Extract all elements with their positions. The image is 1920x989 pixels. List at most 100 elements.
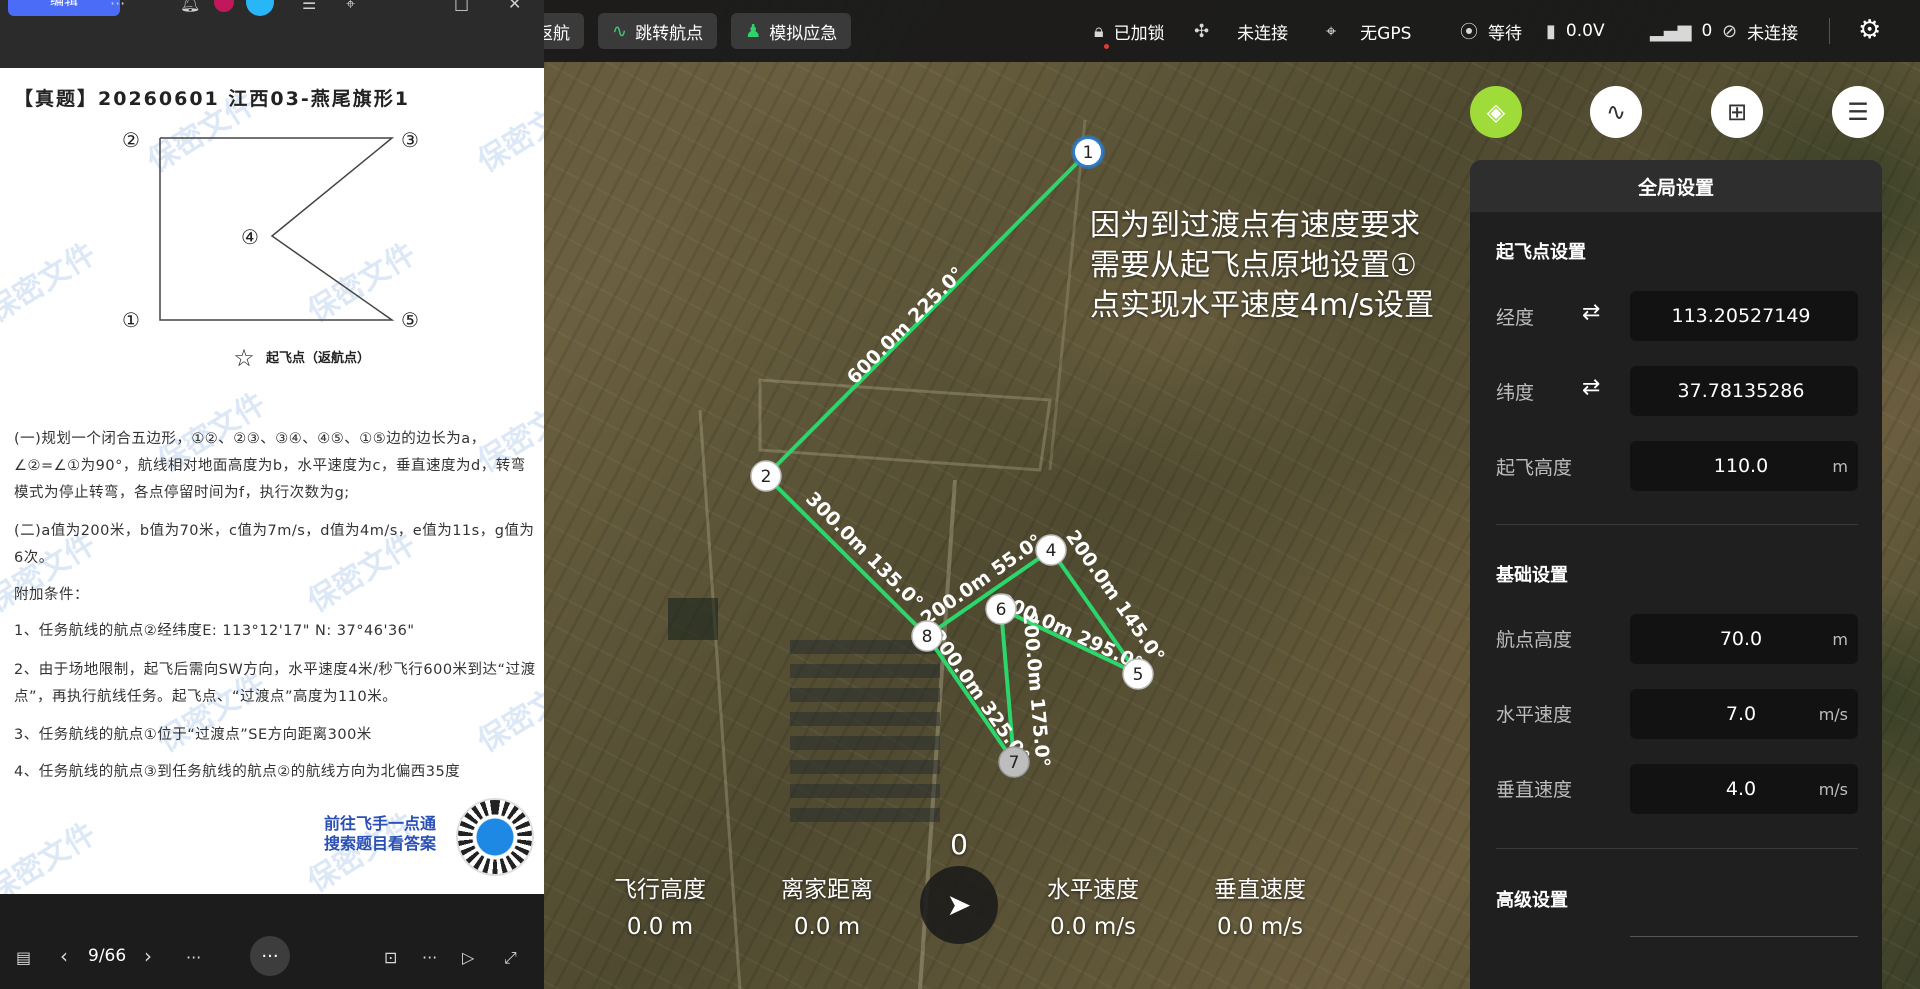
signal-strength: ▂▄▆ 0 [1650, 0, 1712, 62]
list-button[interactable]: ☰ [1832, 86, 1884, 138]
flight-altitude-value: 0.0 m [626, 914, 694, 940]
document-paragraph: (一)规划一个闭合五边形，①②、②③、③④、④⑤、①⑤边的边长为a，∠②=∠①为… [14, 431, 526, 501]
vertical-speed-telemetry-value: 0.0 m/s [1216, 914, 1304, 940]
pin-icon[interactable]: ⌖ [346, 0, 355, 14]
swap-icon[interactable]: ⇄ [1582, 300, 1600, 325]
more-icon[interactable]: ··· [422, 948, 437, 967]
simulate-emergency-button[interactable]: ♟ 模拟应急 [731, 13, 852, 49]
section-divider [1496, 524, 1858, 525]
pentagon-diagram: ② ③ ④ ① ⑤ ☆ 起飞点（返航点） [122, 128, 419, 372]
segment-2-8[interactable] [764, 474, 929, 638]
maximize-icon[interactable]: □ [454, 0, 469, 13]
avatar[interactable] [214, 0, 234, 12]
field-road [758, 378, 1052, 472]
point-2-label: ② [122, 128, 140, 152]
fullscreen-icon[interactable]: ⤢ [504, 948, 517, 968]
signal-status-text: 等待 [1488, 23, 1522, 44]
grid-add-icon: ⊞ [1726, 98, 1748, 126]
battery-icon: ▮ [1546, 20, 1556, 42]
avatar[interactable] [246, 0, 274, 16]
list-icon: ☰ [1847, 98, 1869, 126]
waypoint-altitude-field[interactable]: 70.0 m [1630, 614, 1858, 664]
latitude-label: 纬度 [1496, 382, 1535, 404]
horizontal-speed-telemetry-label: 水平速度 [1047, 877, 1139, 903]
longitude-field[interactable]: 113.20527149 [1630, 291, 1858, 341]
more-options-button[interactable]: ··· [250, 936, 290, 976]
layers-button[interactable]: ◈ [1470, 86, 1522, 138]
annotation-line: 因为到过渡点有速度要求 [1090, 208, 1420, 243]
horizontal-speed-field[interactable]: 7.0 m/s [1630, 689, 1858, 739]
vertical-speed-telemetry-label: 垂直速度 [1214, 877, 1306, 903]
document-paragraph: 3、任务航线的航点①位于“过渡点”SE方向距离300米 [14, 727, 372, 743]
flight-altitude-label: 飞行高度 [614, 877, 706, 903]
basic-section-title: 基础设置 [1496, 565, 1568, 586]
vertical-speed-label: 垂直速度 [1496, 779, 1573, 801]
gps-status-text: 无GPS [1360, 23, 1412, 44]
gear-icon[interactable]: ⚙ [1858, 15, 1881, 45]
swap-icon[interactable]: ⇄ [1582, 375, 1600, 400]
route-icon: ∿ [1605, 98, 1627, 126]
waypoint-4[interactable]: 4 [1035, 534, 1067, 566]
point-4-label: ④ [241, 225, 259, 249]
close-icon[interactable]: ✕ [508, 0, 521, 13]
ocr-icon[interactable]: ⊡ [384, 948, 397, 967]
document-paragraph: 4、任务航线的航点③到任务航线的航点②的航线方向为北偏西35度 [14, 764, 461, 780]
chevron-right-icon[interactable]: › [144, 944, 152, 968]
unit-label: m [1832, 456, 1848, 476]
return-home-button[interactable]: 一键返航 [502, 13, 584, 49]
menu-icon[interactable]: ☰ [302, 0, 316, 13]
play-icon[interactable]: ▷ [462, 948, 474, 967]
segment-label-1-2: 600.0m 225.0° [843, 263, 969, 389]
bell-icon[interactable]: 🔔︎ [180, 0, 200, 13]
segment-label-2-8: 300.0m 135.0° [801, 488, 927, 614]
waypoint-5[interactable]: 5 [1122, 658, 1154, 690]
annotation-line: 需要从起飞点原地设置① [1090, 248, 1417, 283]
grid-add-button[interactable]: ⊞ [1711, 86, 1763, 138]
satellite-icon: ⌖ [1326, 20, 1337, 42]
waypoint-8[interactable]: 8 [911, 620, 943, 652]
voltage-text: 0.0V [1565, 21, 1605, 41]
point-5-label: ⑤ [401, 308, 419, 332]
latitude-field[interactable]: 37.78135286 [1630, 366, 1858, 416]
lock-status[interactable]: 🔒︎ 已加锁 [1094, 0, 1165, 62]
waypoint-1[interactable]: 1 [1071, 135, 1105, 169]
document-viewer: 编辑 ··· 🔔︎ ☰ ⌖ □ ✕ 保密文件 保密文件 保密文件 保密文件 保密… [0, 0, 544, 989]
jump-waypoint-button[interactable]: ∿ 跳转航点 [598, 13, 718, 49]
global-settings-panel: 全局设置 起飞点设置 经度 ⇄ 113.20527149 纬度 ⇄ 37.781… [1470, 160, 1882, 989]
star-icon: ☆ [233, 344, 255, 372]
waypoint-2[interactable]: 2 [750, 460, 782, 492]
drone-status: ✣ 未连接 [1194, 0, 1288, 62]
waypoint-5-label: 5 [1133, 665, 1144, 685]
qr-promo-text[interactable]: 前往飞手一点通 搜索题目看答案 [324, 814, 436, 854]
more-icon[interactable]: ··· [110, 0, 125, 13]
lock-status-text: 已加锁 [1113, 23, 1165, 44]
edit-button[interactable]: 编辑 [8, 0, 120, 16]
lock-icon: 🔒︎ [1094, 20, 1104, 42]
viewer-bottom-bar: ▤ ‹ 9/66 › ··· ··· ⊡ ··· ▷ ⤢ [0, 894, 544, 989]
link-status-text: 未连接 [1747, 23, 1799, 44]
signal-bars-icon: ▂▄▆ [1650, 20, 1692, 42]
vertical-speed-field[interactable]: 4.0 m/s [1630, 764, 1858, 814]
takeoff-altitude-value: 110.0 [1713, 455, 1769, 477]
battery-status: ▮ 0.0V [1546, 0, 1605, 62]
qr-promo-line: 搜索题目看答案 [324, 834, 437, 853]
broadcast-icon: ⦿ [1460, 22, 1478, 43]
advanced-section-title[interactable]: 高级设置 [1496, 886, 1568, 912]
takeoff-altitude-field[interactable]: 110.0 m [1630, 441, 1858, 491]
takeoff-section-title: 起飞点设置 [1496, 242, 1586, 263]
document-paragraph: (二)a值为200米，b值为70米，c值为7m/s，d值为4m/s，e值为11s… [14, 523, 535, 566]
waypoint-7[interactable]: 7 [998, 746, 1030, 778]
layout-icon[interactable]: ▤ [16, 948, 31, 967]
section-divider [1496, 848, 1858, 849]
waypoint-altitude-value: 70.0 [1719, 628, 1763, 650]
qr-code[interactable] [456, 798, 534, 876]
route-icon: ∿ [612, 20, 628, 42]
more-icon[interactable]: ··· [186, 948, 201, 967]
waypoint-6-label: 6 [996, 600, 1007, 620]
route-button[interactable]: ∿ [1590, 86, 1642, 138]
chevron-left-icon[interactable]: ‹ [60, 944, 68, 968]
waypoint-6[interactable]: 6 [985, 593, 1017, 625]
page-indicator: 9/66 [88, 946, 127, 966]
compass-indicator: ➤ [920, 866, 998, 944]
document-title: 【真题】20260601 江西03-燕尾旗形1 [14, 88, 410, 110]
